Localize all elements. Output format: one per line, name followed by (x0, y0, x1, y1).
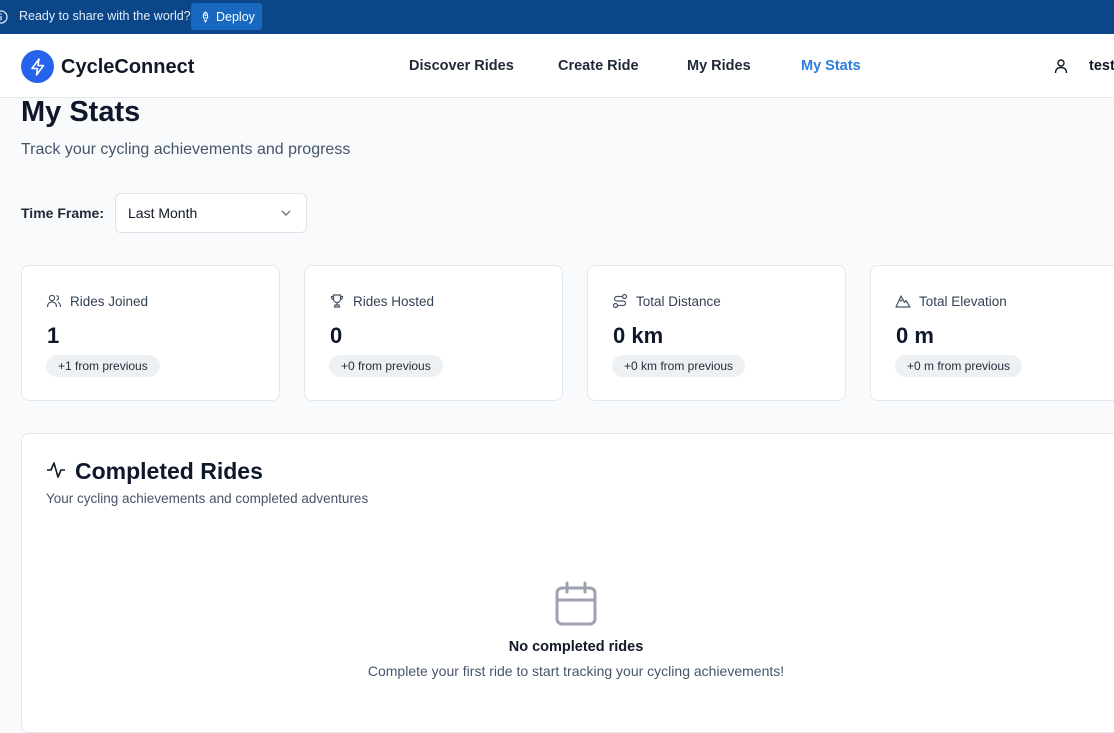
stat-value: 0 km (613, 323, 664, 348)
route-icon (612, 293, 628, 309)
mountain-icon (895, 295, 911, 308)
deploy-banner: Ready to share with the world? Deploy (0, 0, 1114, 34)
nav-my-rides[interactable]: My Rides (687, 58, 751, 74)
stat-card-total-distance: Total Distance 0 km +0 km from previous (587, 265, 846, 401)
info-icon (0, 10, 8, 24)
stat-card-rides-hosted: Rides Hosted 0 +0 from previous (304, 265, 563, 401)
stat-change-badge: +1 from previous (46, 355, 160, 377)
empty-state-subtitle: Complete your first ride to start tracki… (367, 663, 785, 679)
activity-icon (47, 462, 65, 478)
brand-name[interactable]: CycleConnect (61, 56, 194, 79)
deploy-label: Deploy (216, 9, 255, 24)
rocket-icon (202, 10, 209, 23)
stat-label: Total Distance (636, 294, 721, 309)
users-icon (46, 294, 62, 308)
user-icon[interactable] (1053, 58, 1069, 74)
calendar-icon (555, 581, 597, 626)
timeframe-value: Last Month (128, 205, 198, 221)
empty-state-title: No completed rides (508, 639, 644, 655)
stat-label: Rides Hosted (353, 294, 435, 309)
deploy-button[interactable]: Deploy (191, 3, 262, 30)
timeframe-label: Time Frame: (21, 205, 104, 221)
stat-value: 0 m (896, 323, 934, 348)
nav-discover-rides[interactable]: Discover Rides (409, 58, 514, 74)
chevron-down-icon (281, 210, 291, 216)
main-navbar: CycleConnect Discover Rides Create Ride … (0, 34, 1114, 98)
stat-value: 0 (330, 323, 343, 348)
completed-rides-card: Completed Rides Your cycling achievement… (21, 433, 1114, 733)
empty-state-subtitle-row: Complete your first ride to start tracki… (22, 663, 1114, 679)
banner-text: Ready to share with the world? (19, 9, 191, 23)
stat-label: Total Elevation (919, 294, 1007, 309)
empty-state-title-row: No completed rides (22, 639, 1114, 655)
lightning-icon (30, 57, 44, 76)
stat-card-total-elevation: Total Elevation 0 m +0 m from previous (870, 265, 1114, 401)
trophy-icon (330, 294, 344, 308)
logo[interactable] (21, 50, 54, 83)
timeframe-select[interactable]: Last Month (115, 193, 307, 233)
stat-label: Rides Joined (70, 294, 149, 309)
user-name[interactable]: test (1089, 58, 1114, 74)
stat-value: 1 (47, 323, 60, 348)
page-title: My Stats (21, 96, 141, 128)
stat-card-rides-joined: Rides Joined 1 +1 from previous (21, 265, 280, 401)
stat-change-badge: +0 km from previous (612, 355, 746, 377)
completed-rides-title: Completed Rides (75, 458, 263, 484)
completed-rides-subtitle: Your cycling achievements and completed … (46, 491, 369, 506)
nav-my-stats[interactable]: My Stats (801, 58, 861, 74)
page-subtitle: Track your cycling achievements and prog… (21, 141, 351, 158)
stat-change-badge: +0 from previous (329, 355, 443, 377)
nav-create-ride[interactable]: Create Ride (558, 58, 639, 74)
stat-change-badge: +0 m from previous (895, 355, 1023, 377)
